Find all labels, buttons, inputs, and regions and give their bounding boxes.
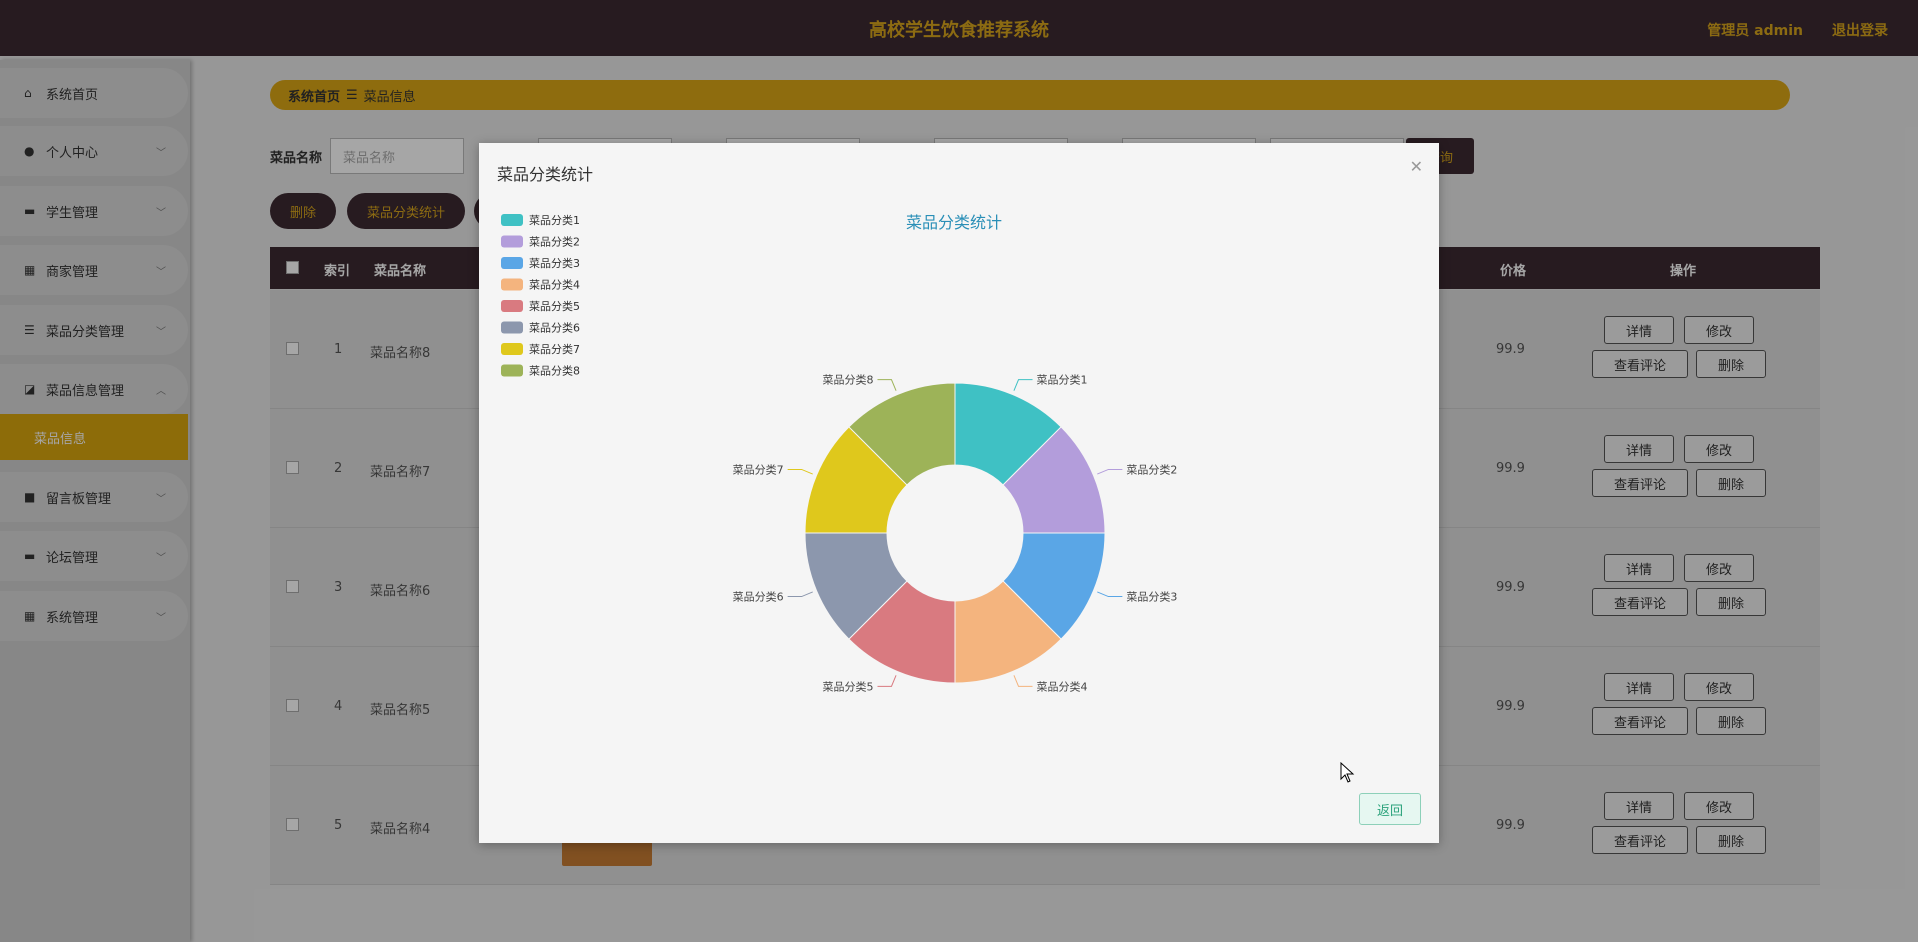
legend-label: 菜品分类2: [529, 235, 580, 249]
mouse-cursor-icon: [1340, 762, 1355, 783]
slice-label: 菜品分类3: [1126, 590, 1177, 604]
leader-line: [877, 675, 897, 687]
legend-swatch: [501, 214, 523, 226]
legend-swatch: [501, 364, 523, 377]
slice-label: 菜品分类7: [733, 462, 784, 476]
slice-label: 菜品分类5: [822, 679, 873, 693]
close-icon[interactable]: ✕: [1410, 157, 1423, 176]
legend-label: 菜品分类5: [529, 299, 580, 313]
pie-chart: 菜品分类统计菜品分类1菜品分类2菜品分类3菜品分类4菜品分类5菜品分类6菜品分类…: [501, 213, 1177, 693]
legend-swatch: [501, 321, 523, 334]
stats-modal: 菜品分类统计 ✕ 菜品分类统计 菜品分类1 菜品分类2 菜品分类3 菜品分类4 菜品分类5…: [479, 143, 1439, 843]
legend-label: 菜品分类6: [529, 321, 580, 335]
slice-label: 菜品分类4: [1037, 679, 1088, 693]
legend-label: 菜品分类1: [529, 213, 580, 227]
back-button[interactable]: 返回: [1359, 793, 1421, 825]
legend-swatch: [501, 300, 523, 312]
legend-swatch: [501, 278, 523, 291]
leader-line: [1013, 675, 1033, 687]
leader-line: [787, 591, 813, 598]
leader-line: [1097, 468, 1123, 475]
modal-title: 菜品分类统计: [497, 165, 594, 184]
leader-line: [1013, 379, 1033, 391]
leader-line: [1097, 591, 1123, 598]
legend-swatch: [501, 235, 523, 248]
legend-label: 菜品分类7: [529, 342, 580, 356]
slice-label: 菜品分类8: [822, 373, 873, 387]
slice-label: 菜品分类1: [1037, 373, 1088, 387]
leader-line: [787, 468, 813, 475]
legend-swatch: [501, 257, 523, 269]
chart-title: 菜品分类统计: [906, 213, 1002, 232]
legend-label: 菜品分类4: [529, 278, 580, 292]
slice-label: 菜品分类6: [733, 590, 784, 604]
legend-swatch: [501, 343, 523, 355]
leader-line: [877, 379, 897, 391]
legend-label: 菜品分类3: [529, 256, 580, 270]
slice-label: 菜品分类2: [1126, 462, 1177, 476]
legend-label: 菜品分类8: [529, 364, 580, 378]
